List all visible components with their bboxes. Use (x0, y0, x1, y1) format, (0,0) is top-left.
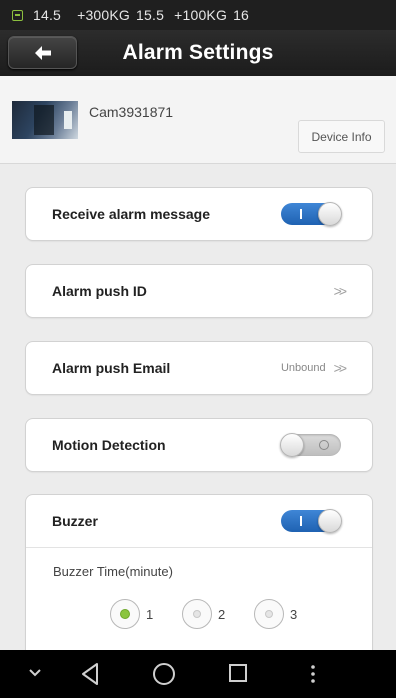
status-item: +300KG (77, 7, 131, 23)
back-button[interactable] (8, 36, 77, 69)
toggle-on-mark (300, 209, 302, 219)
radio-label: 1 (146, 606, 154, 622)
device-info-button[interactable]: Device Info (298, 120, 385, 153)
buzzer-row: Buzzer (26, 495, 372, 547)
motion-detection-toggle[interactable] (280, 433, 341, 457)
buzzer-label: Buzzer (52, 513, 98, 529)
motion-detection-card: Motion Detection (25, 418, 373, 472)
chevron-double-right-icon: >> (333, 360, 347, 376)
camera-thumbnail[interactable] (12, 101, 78, 139)
push-email-row[interactable]: Alarm push Email Unbound >> (26, 342, 372, 394)
buzzer-time-label: Buzzer Time(minute) (53, 564, 173, 579)
receive-alarm-toggle[interactable] (281, 202, 342, 226)
push-email-value: Unbound (280, 362, 326, 374)
push-email-card[interactable]: Alarm push Email Unbound >> (25, 341, 373, 395)
buzzer-card: Buzzer Buzzer Time(minute) 1 2 3 (25, 494, 373, 664)
push-email-label: Alarm push Email (52, 360, 171, 376)
overflow-dots-icon[interactable] (309, 662, 317, 686)
push-id-label: Alarm push ID (52, 283, 147, 299)
buzzer-time-options: 1 2 3 (26, 579, 372, 629)
status-item: +100KG (174, 7, 228, 23)
push-id-row[interactable]: Alarm push ID >> (26, 265, 372, 317)
home-circle-icon[interactable] (152, 662, 176, 686)
toggle-knob (280, 433, 304, 457)
buzzer-time-option-2[interactable]: 2 (182, 599, 254, 629)
receive-alarm-row: Receive alarm message (26, 188, 372, 240)
recents-square-icon[interactable] (228, 662, 248, 684)
motion-detection-row: Motion Detection (26, 419, 372, 471)
status-item: 16 (233, 7, 250, 23)
motion-detection-label: Motion Detection (52, 437, 166, 453)
notification-icon (12, 9, 23, 21)
page-title: Alarm Settings (122, 41, 274, 64)
status-item: 15.5 (136, 7, 165, 23)
status-bar: 14.5 +300KG 15.5 +100KG 16 (0, 0, 396, 30)
back-arrow-icon (34, 45, 51, 60)
chevron-down-icon[interactable] (28, 668, 42, 678)
radio-selected-icon (110, 599, 140, 629)
chevron-double-right-icon: >> (333, 283, 347, 299)
radio-unselected-icon (254, 599, 284, 629)
toggle-knob (318, 202, 342, 226)
toggle-knob (318, 509, 342, 533)
radio-unselected-icon (182, 599, 212, 629)
receive-alarm-label: Receive alarm message (52, 206, 210, 222)
push-id-card[interactable]: Alarm push ID >> (25, 264, 373, 318)
camera-name: Cam3931871 (89, 104, 174, 120)
status-item: 14.5 (33, 7, 62, 23)
receive-alarm-card: Receive alarm message (25, 187, 373, 241)
buzzer-time-option-1[interactable]: 1 (110, 599, 182, 629)
radio-label: 3 (290, 606, 298, 622)
device-header: Cam3931871 Device Info (0, 76, 396, 164)
navigation-bar (0, 650, 396, 698)
buzzer-time-option-3[interactable]: 3 (254, 599, 326, 629)
buzzer-toggle[interactable] (281, 509, 342, 533)
toggle-on-mark (300, 516, 302, 526)
title-bar: Alarm Settings (0, 30, 396, 76)
back-triangle-icon[interactable] (80, 662, 100, 686)
toggle-off-mark (319, 440, 329, 450)
radio-label: 2 (218, 606, 226, 622)
